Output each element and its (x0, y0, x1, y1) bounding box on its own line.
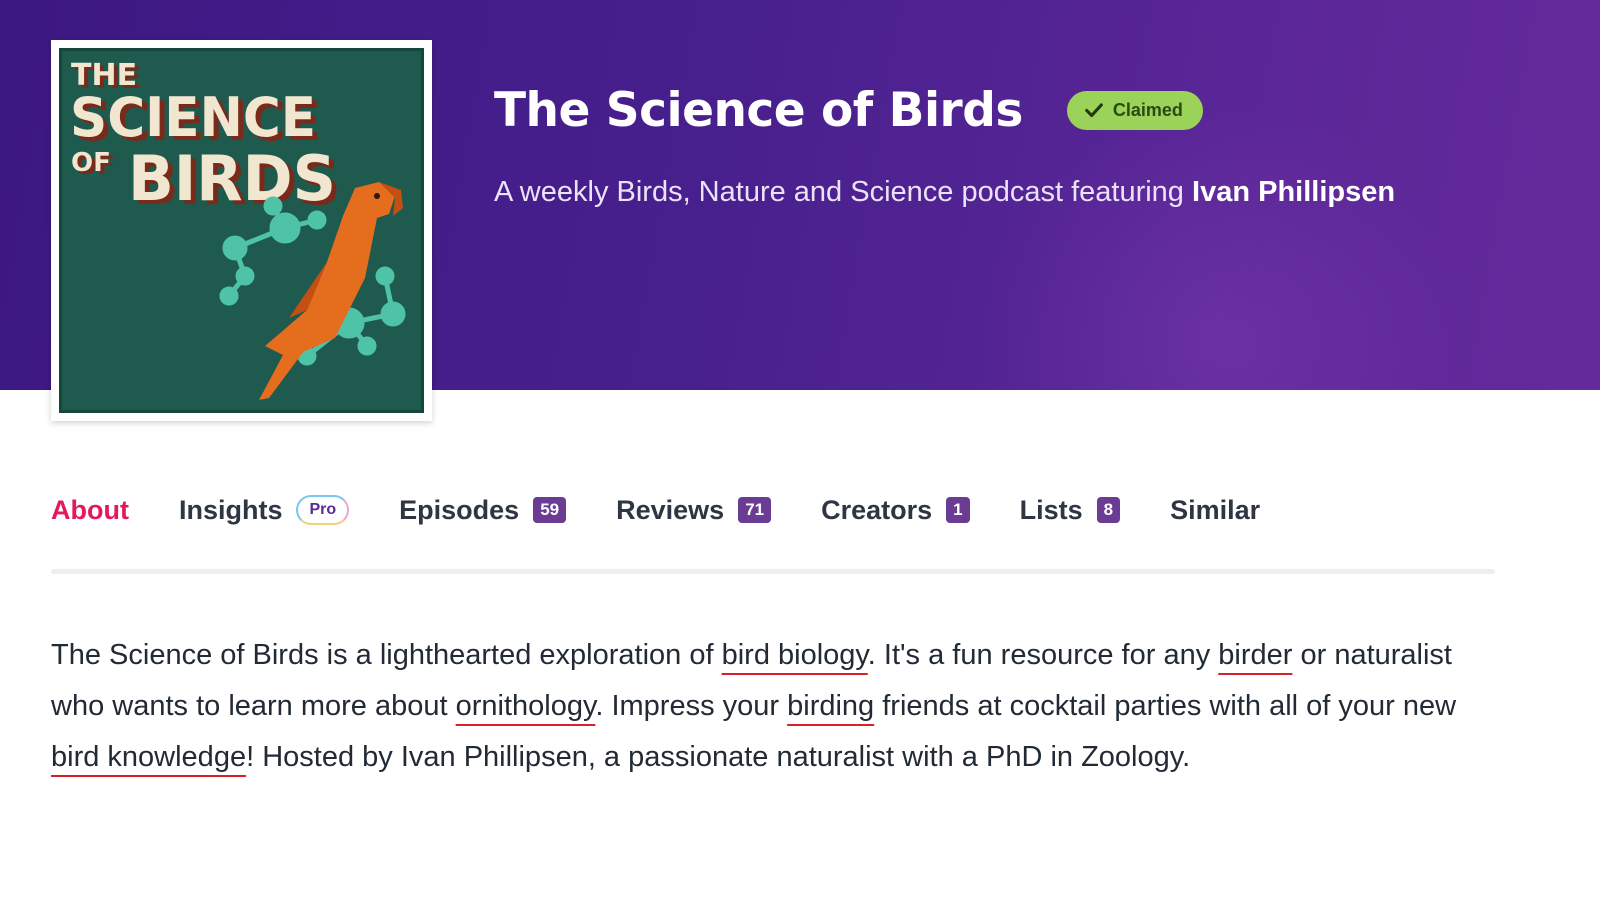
tab-lists-label: Lists (1019, 494, 1083, 525)
about-text: The Science of Birds is a lighthearted e… (51, 639, 722, 671)
about-description: The Science of Birds is a lighthearted e… (51, 630, 1511, 783)
pro-badge: Pro (296, 495, 350, 525)
keyword-link[interactable]: birding (787, 690, 874, 722)
episodes-count: 59 (533, 497, 567, 523)
claimed-label: Claimed (1112, 99, 1183, 120)
artwork-of: OF (71, 148, 111, 178)
keyword-link[interactable]: bird biology (722, 639, 868, 671)
tabs-divider (51, 569, 1495, 574)
title-row: The Science of Birds Claimed (494, 78, 1203, 142)
about-text: friends at cocktail parties with all of … (874, 690, 1457, 722)
tab-episodes[interactable]: Episodes 59 (399, 494, 567, 526)
tab-insights-label: Insights (178, 494, 283, 525)
about-text: . It's a fun resource for any (867, 639, 1219, 671)
lists-count: 8 (1096, 497, 1121, 523)
about-text: . Impress your (595, 690, 788, 722)
host-name[interactable]: Ivan Phillipsen (1192, 176, 1395, 208)
tab-reviews-label: Reviews (616, 494, 725, 525)
tab-lists[interactable]: Lists 8 (1020, 495, 1121, 526)
tab-reviews[interactable]: Reviews 71 (616, 494, 772, 526)
artwork-image: THE THE SCIENCE SCIENCE OF OF BIRDS BIRD… (59, 48, 424, 413)
tab-creators[interactable]: Creators 1 (821, 495, 970, 526)
keyword-link[interactable]: ornithology (456, 690, 596, 722)
tab-about[interactable]: About (51, 495, 129, 526)
about-text: ! Hosted by Ivan Phillipsen, a passionat… (246, 741, 1191, 773)
podcast-tabs: About Insights Pro Episodes 59 Reviews 7… (51, 488, 1310, 532)
tab-insights[interactable]: Insights Pro (178, 494, 350, 526)
tab-similar[interactable]: Similar (1170, 495, 1260, 526)
podcast-subtitle: A weekly Birds, Nature and Science podca… (494, 176, 1594, 209)
check-icon (1084, 103, 1103, 118)
tab-about-label: About (51, 494, 129, 525)
tab-episodes-label: Episodes (399, 494, 520, 525)
reviews-count: 71 (738, 497, 772, 523)
artwork-line3: BIRDS (128, 142, 336, 215)
tab-creators-label: Creators (821, 494, 933, 525)
claimed-badge: Claimed (1066, 90, 1203, 130)
keyword-link[interactable]: bird knowledge (51, 741, 246, 773)
subtitle-text: A weekly Birds, Nature and Science podca… (494, 176, 1184, 208)
podcast-artwork: THE THE SCIENCE SCIENCE OF OF BIRDS BIRD… (51, 40, 432, 421)
artwork-line2: SCIENCE (70, 86, 316, 149)
tab-similar-label: Similar (1170, 494, 1261, 525)
creators-count: 1 (946, 497, 970, 523)
podcast-title: The Science of Birds (494, 82, 1023, 138)
keyword-link[interactable]: birder (1218, 639, 1292, 671)
